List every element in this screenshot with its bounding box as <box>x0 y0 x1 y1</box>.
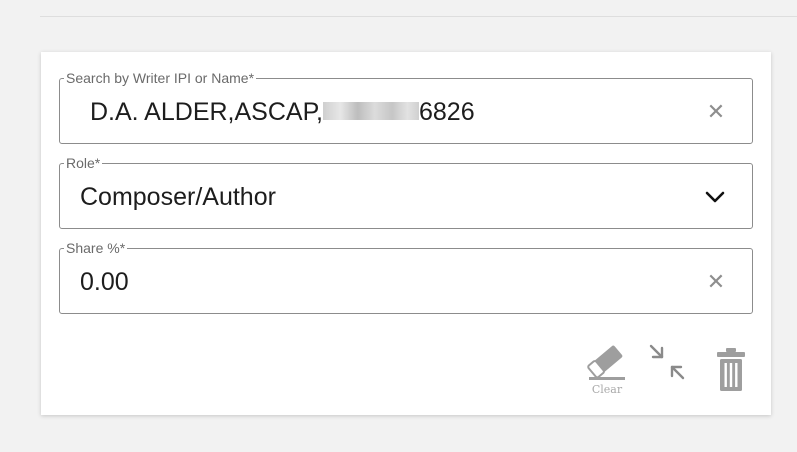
chevron-down-icon[interactable] <box>704 186 726 208</box>
writer-search-value[interactable]: D.A. ALDER,ASCAP, 6826 <box>90 97 475 127</box>
close-icon[interactable]: ✕ <box>704 100 728 124</box>
writer-ipi-suffix: 6826 <box>418 98 475 126</box>
redacted-ipi <box>322 102 419 121</box>
row-actions: Clear <box>585 342 755 402</box>
writer-name-text: D.A. ALDER,ASCAP, <box>90 98 323 126</box>
clear-button[interactable]: Clear <box>585 342 629 400</box>
clear-label: Clear <box>591 383 623 396</box>
top-divider <box>40 16 797 17</box>
share-field[interactable]: Share %* 0.00 ✕ <box>59 240 753 314</box>
writer-search-field[interactable]: Search by Writer IPI or Name* D.A. ALDER… <box>59 70 753 144</box>
role-value: Composer/Author <box>80 183 276 211</box>
share-value[interactable]: 0.00 <box>80 267 129 297</box>
trash-icon[interactable] <box>713 346 749 394</box>
writer-card: Search by Writer IPI or Name* D.A. ALDER… <box>41 52 771 415</box>
role-label: Role* <box>64 155 103 171</box>
writer-search-label: Search by Writer IPI or Name* <box>64 70 257 86</box>
collapse-icon[interactable] <box>647 342 687 382</box>
close-icon[interactable]: ✕ <box>704 270 728 294</box>
eraser-icon <box>587 345 625 380</box>
share-label: Share %* <box>64 240 128 256</box>
role-select[interactable]: Role* Composer/Author <box>59 155 753 229</box>
